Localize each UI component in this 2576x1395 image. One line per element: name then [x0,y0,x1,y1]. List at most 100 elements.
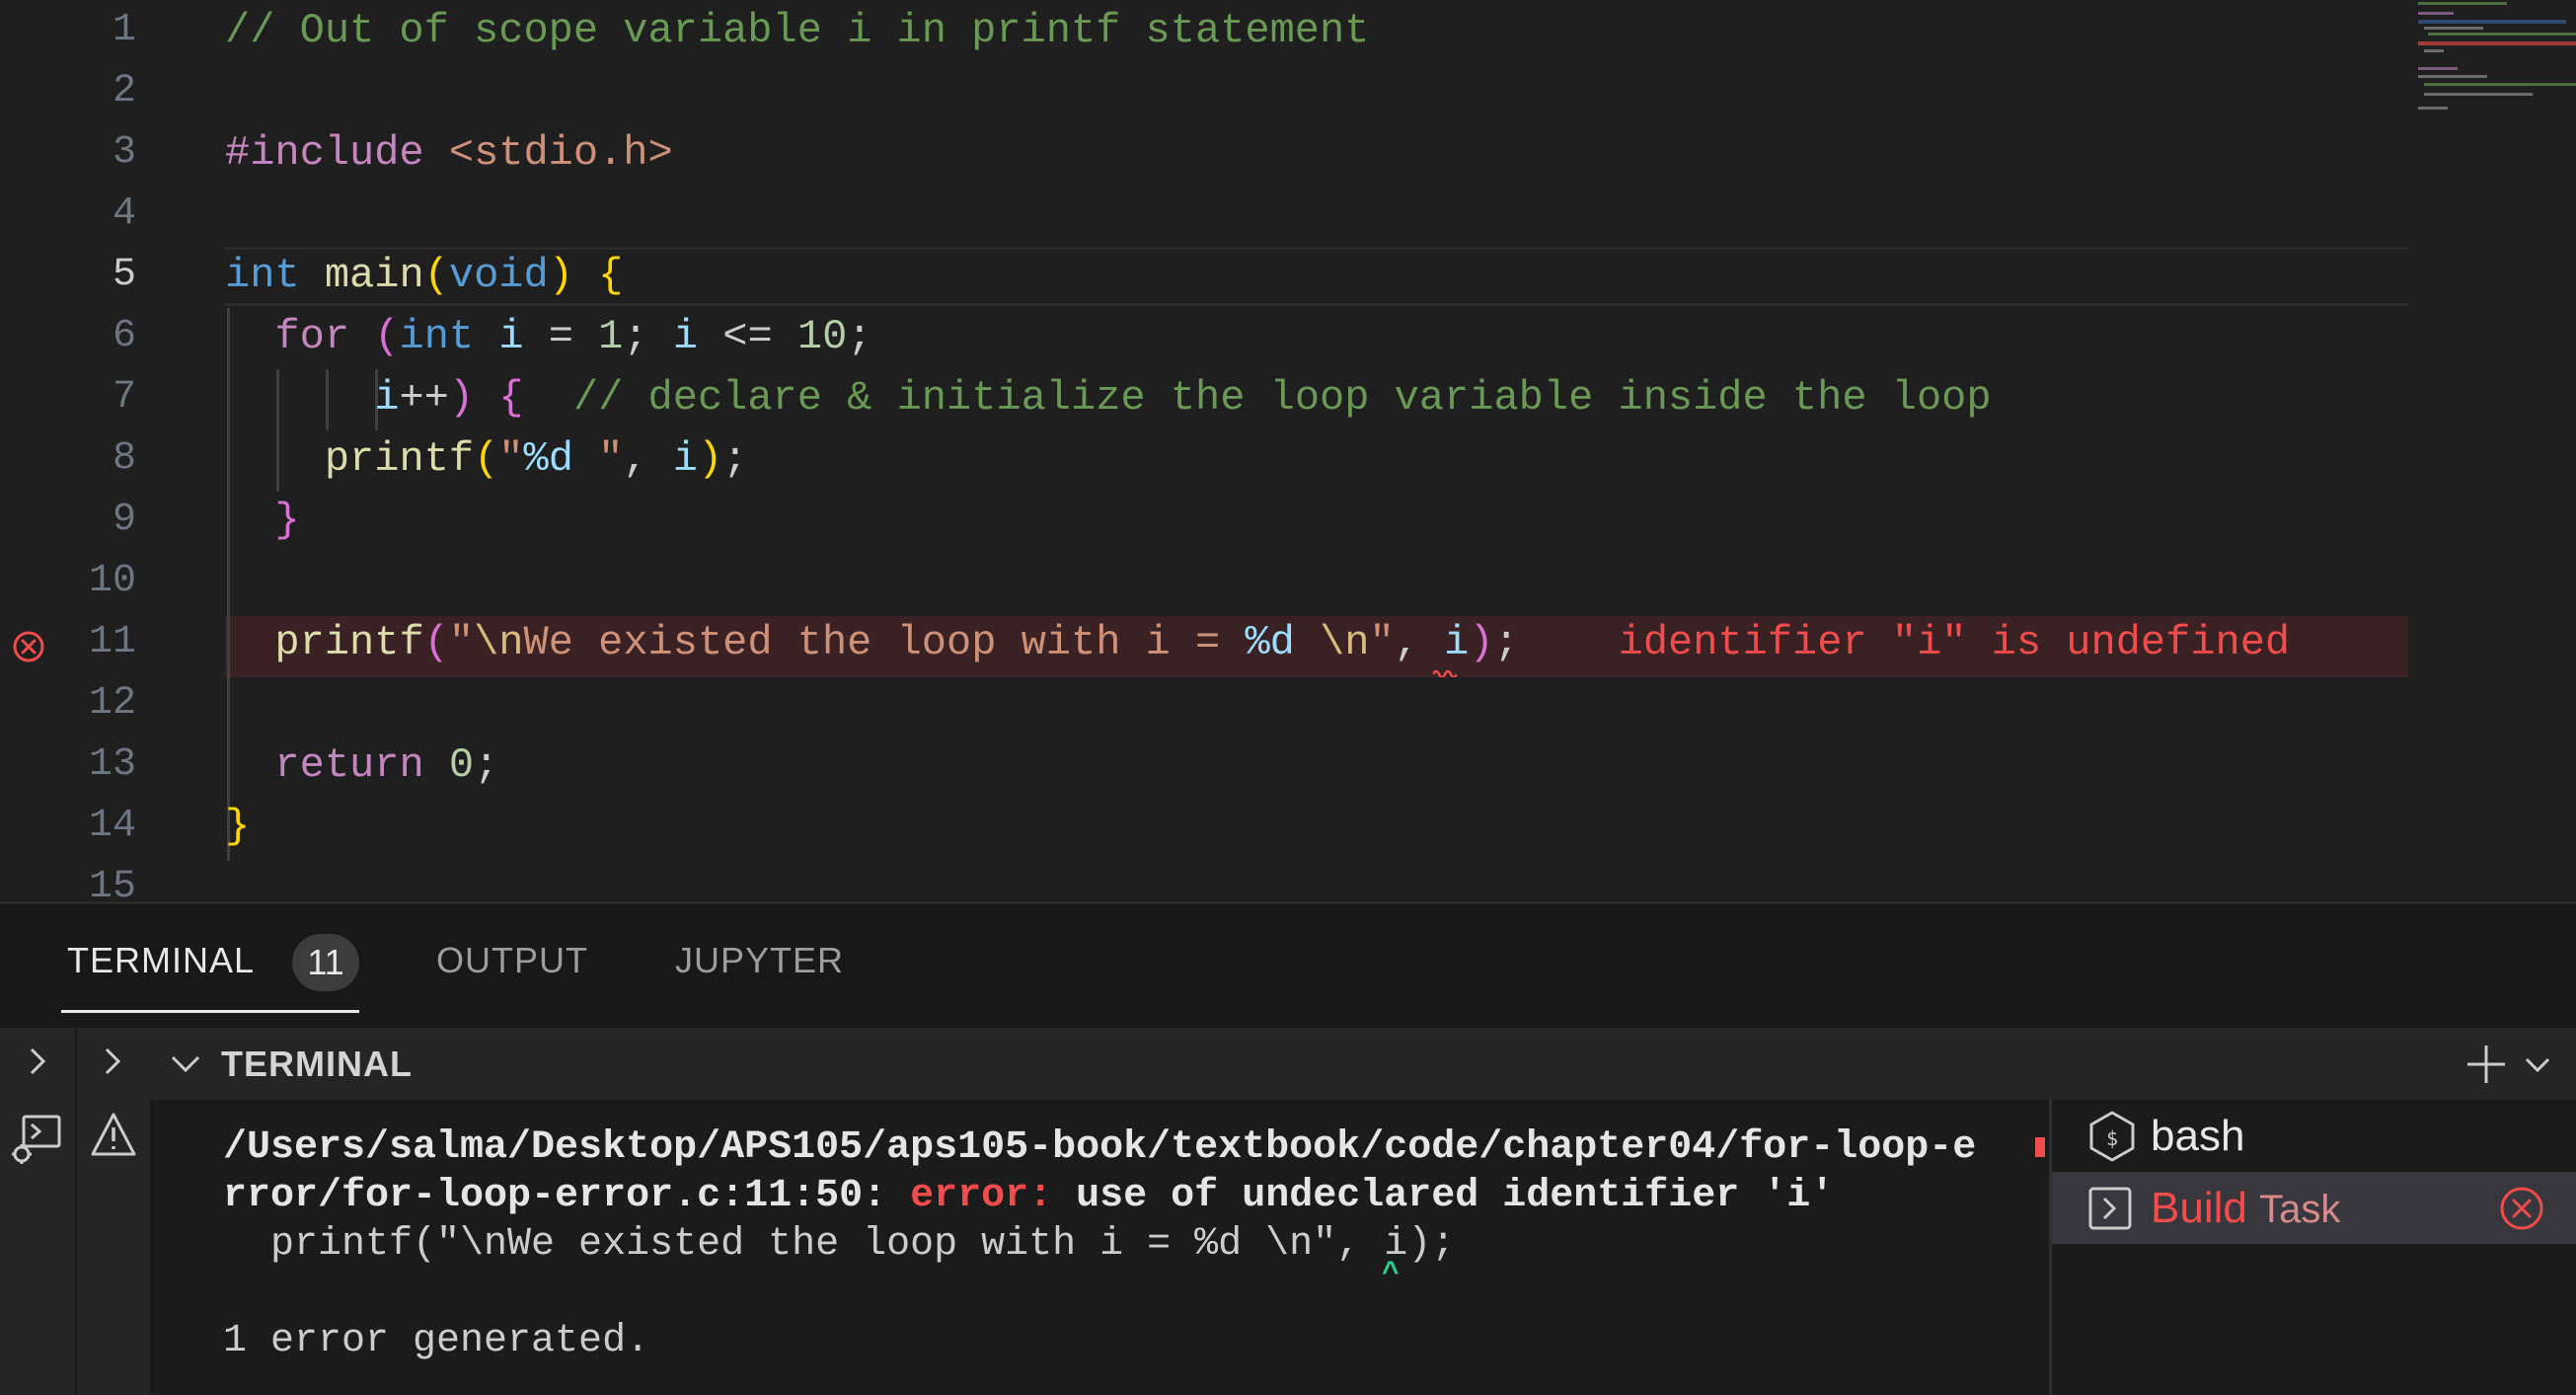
code-line-7[interactable]: i++) { // declare & initialize the loop … [225,367,1992,428]
number: 10 [796,313,848,360]
minimap-line [2424,49,2444,52]
punctuation: , [1394,619,1445,666]
minimap-line [2424,83,2576,86]
line-number: 13 [88,742,136,787]
bracket: ) [1469,619,1494,666]
tab-terminal[interactable]: TERMINAL [67,940,255,981]
type-keyword: void [448,252,549,299]
bracket: ( [374,313,400,360]
terminal-list: $ bash Build Task [2052,1100,2576,1395]
punctuation: ; [722,435,748,483]
bracket: ( [474,435,499,483]
bracket: ) [697,435,723,483]
debug-console-icon[interactable] [8,1111,65,1168]
error-marker [2035,1137,2045,1157]
bracket: } [274,497,300,544]
chevron-down-icon[interactable] [168,1047,203,1081]
inline-error-message: identifier "i" is undefined [1618,619,2291,666]
operator: ++ [399,374,449,422]
operator: = [523,313,599,360]
line-number: 6 [112,314,136,358]
bracket: { [474,374,573,422]
string [1295,619,1320,666]
function-name: printf [324,435,475,483]
terminal-header: TERMINAL [150,1028,2576,1100]
code-editor[interactable]: 1 2 3 4 5 6 7 8 9 10 11 12 13 14 15 // Out of scope va… [0,0,2576,901]
punctuation: ; [623,313,673,360]
minimap[interactable] [2412,0,2576,138]
chevron-right-icon[interactable] [22,1044,53,1079]
minimap-line [2424,93,2533,96]
bottom-panel: TERMINAL 11 OUTPUT JUPYTER TERMINAL /Use… [0,901,2576,1395]
comment: // Out of scope variable i in printf sta… [225,7,1370,54]
terminal-list-item-bash[interactable]: $ bash [2052,1100,2576,1172]
escape-sequence: \n [474,619,524,666]
code-line-1[interactable]: // Out of scope variable i in printf sta… [225,0,1369,61]
tab-jupyter[interactable]: JUPYTER [675,940,844,981]
punctuation: , [623,435,673,483]
line-number: 5 [112,253,136,297]
terminal-line: 1 error generated. [223,1319,650,1363]
plus-icon[interactable] [2463,1042,2509,1087]
chevron-right-icon[interactable] [97,1044,128,1079]
type-keyword: int [225,252,300,299]
code-line-11[interactable]: printf("\nWe existed the loop with i = %… [225,612,2290,673]
string: " [1369,619,1395,666]
error-gutter-icon[interactable] [12,630,45,663]
code-line-8[interactable]: printf("%d ", i); [225,428,748,490]
string: We existed the loop with i = [523,619,1246,666]
bracket: ) [548,252,573,299]
bracket: ( [423,252,449,299]
code-line-14[interactable]: } [225,796,250,857]
variable: i [672,313,699,360]
minimap-line [2424,27,2483,30]
minimap-line [2418,41,2576,45]
escape-sequence: \n [1320,619,1370,666]
punctuation: ; [847,313,872,360]
code-line-9[interactable]: } [225,490,300,551]
string: " [498,435,524,483]
terminal-line: rror/for-loop-error.c:11:50: error: use … [223,1172,1834,1220]
terminal-name: bash [2151,1112,2245,1160]
minimap-line [2418,67,2458,70]
number: 0 [448,741,475,789]
variable: i [672,435,698,483]
minimap-line [2418,2,2507,5]
terminal-line: /Users/salma/Desktop/APS105/aps105-book/… [223,1125,1977,1170]
undefined-variable[interactable]: i [1444,619,1469,666]
punctuation: ; [474,741,499,789]
terminal-bash-icon: $ [2089,1111,2135,1162]
keyword: return [274,741,424,789]
terminal-name: Build Task [2151,1184,2340,1233]
line-number: 9 [112,498,136,542]
code-line-5[interactable]: int main(void) { [225,245,623,306]
minimap-line [2418,75,2487,78]
terminal-count-badge: 11 [292,934,359,991]
divider [75,1028,77,1395]
preprocessor-directive: #include [225,129,424,177]
variable: i [498,313,524,360]
code-line-6[interactable]: for (int i = 1; i <= 10; [225,306,872,367]
code-line-13[interactable]: return 0; [225,735,498,796]
function-name: main [324,252,424,299]
svg-text:$: $ [2106,1126,2118,1150]
bracket: } [225,803,251,850]
minimap-line [2418,12,2454,15]
close-circle-icon[interactable] [2498,1185,2545,1232]
code-line-3[interactable]: #include <stdio.h> [225,122,673,184]
tab-output[interactable]: OUTPUT [436,940,588,981]
minimap-line [2428,33,2576,36]
terminal-output[interactable]: /Users/salma/Desktop/APS105/aps105-book/… [154,1100,2049,1395]
task-name: Build [2151,1184,2247,1232]
bracket: { [598,252,624,299]
line-number: 1 [112,8,136,52]
punctuation: ; [1493,619,1519,666]
warning-icon[interactable] [89,1111,138,1160]
terminal-list-item-build-task[interactable]: Build Task [2052,1172,2576,1244]
bracket: ( [423,619,449,666]
comment: // declare & initialize the loop variabl… [572,374,1992,422]
error-squiggle [1433,669,1457,677]
dropdown-icon[interactable] [2523,1051,2552,1077]
string: " [572,435,624,483]
line-number: 10 [88,559,136,603]
